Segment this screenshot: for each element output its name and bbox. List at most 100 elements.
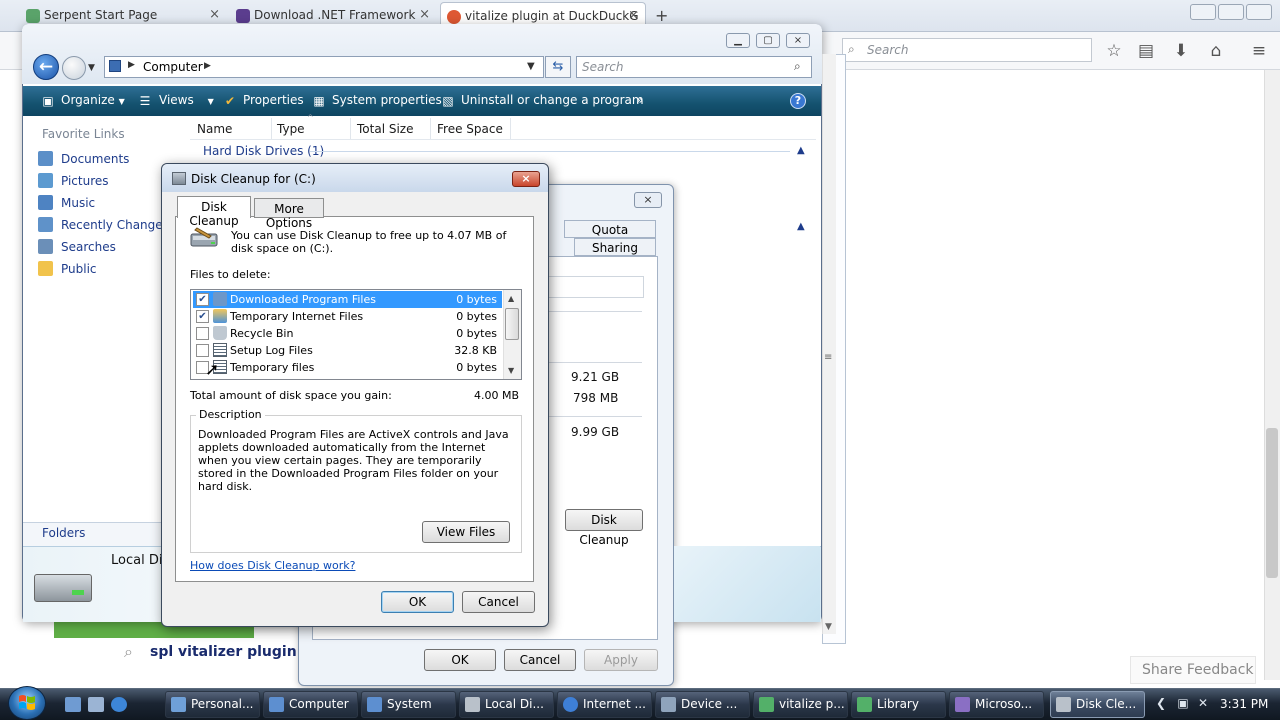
browser-scrollbar[interactable]	[1264, 70, 1280, 680]
apply-button[interactable]: Apply	[584, 649, 658, 671]
collapse-icon[interactable]: ▲	[797, 145, 805, 156]
browser-scroll-thumb[interactable]	[1266, 428, 1278, 578]
chevron-left-icon[interactable]: ❮	[1156, 696, 1166, 710]
taskbar-button-local-disk[interactable]: Local Di...	[459, 691, 554, 718]
chevron-down-icon[interactable]: ▼	[88, 63, 95, 73]
checkbox-checked[interactable]: ✔	[196, 293, 209, 306]
cancel-button[interactable]: Cancel	[504, 649, 576, 671]
chevron-down-icon[interactable]: ▼	[527, 61, 535, 72]
uninstall-program-button[interactable]: Uninstall or change a program	[461, 93, 644, 110]
maximize-button[interactable]	[1218, 4, 1244, 20]
column-divider[interactable]	[271, 118, 272, 139]
internet-explorer-icon[interactable]	[111, 697, 127, 712]
ok-button[interactable]: OK	[424, 649, 496, 671]
nav-link-public[interactable]: Public	[61, 262, 97, 276]
close-tab-icon[interactable]: ×	[209, 7, 220, 22]
more-commands-button[interactable]: »	[636, 93, 643, 110]
refresh-icon[interactable]: ⇆	[545, 56, 571, 78]
taskbar-button-microsoft[interactable]: Microso...	[949, 691, 1044, 718]
column-total-size[interactable]: Total Size	[357, 122, 413, 136]
chevron-right-icon[interactable]: ▶	[128, 60, 135, 70]
minimize-button[interactable]	[1190, 4, 1216, 20]
bookmark-star-icon[interactable]: ☆	[1103, 40, 1125, 62]
help-icon[interactable]: ?	[790, 93, 806, 109]
nav-link-searches[interactable]: Searches	[61, 240, 116, 254]
close-window-button[interactable]: ×	[786, 33, 810, 48]
taskbar-button-disk-cleanup[interactable]: Disk Cle...	[1050, 691, 1145, 718]
taskbar-button-personal[interactable]: Personal...	[165, 691, 260, 718]
cancel-button[interactable]: Cancel	[462, 591, 535, 613]
scroll-up-icon[interactable]: ▲	[508, 294, 514, 303]
list-scroll-thumb[interactable]	[505, 308, 519, 340]
switch-windows-icon[interactable]	[88, 697, 104, 712]
bookmarks-list-icon[interactable]: ▤	[1135, 40, 1157, 62]
group-header-hard-disk-drives[interactable]: Hard Disk Drives (1)	[203, 144, 324, 158]
maximize-button[interactable]: ▢	[756, 33, 780, 48]
scroll-down-icon[interactable]: ▼	[825, 622, 832, 632]
column-type[interactable]: Type	[277, 122, 305, 136]
list-item-downloaded-program-files[interactable]: ✔ Downloaded Program Files 0 bytes	[193, 291, 502, 308]
nav-link-pictures[interactable]: Pictures	[61, 174, 109, 188]
network-icon[interactable]: ▣	[1176, 696, 1190, 710]
view-files-button[interactable]: View Files	[422, 521, 510, 543]
volume-muted-icon[interactable]: ✕	[1196, 696, 1210, 710]
tab-disk-cleanup[interactable]: Disk Cleanup	[177, 196, 251, 228]
ok-button[interactable]: OK	[381, 591, 454, 613]
tab-quota[interactable]: Quota	[564, 220, 656, 238]
browser-search-input[interactable]: Search	[842, 38, 1092, 62]
minimize-button[interactable]: ▁	[726, 33, 750, 48]
nav-link-documents[interactable]: Documents	[61, 152, 129, 166]
list-item-temporary-internet-files[interactable]: ✔ Temporary Internet Files 0 bytes	[193, 308, 502, 325]
taskbar-button-internet[interactable]: Internet ...	[557, 691, 652, 718]
forward-button[interactable]	[62, 56, 86, 80]
scroll-grip-icon[interactable]: ≡	[824, 352, 832, 363]
checkbox-checked[interactable]: ✔	[196, 310, 209, 323]
taskbar-button-computer[interactable]: Computer	[263, 691, 358, 718]
list-item-temporary-files[interactable]: Temporary files 0 bytes	[193, 359, 502, 376]
menu-icon[interactable]: ≡	[1248, 40, 1270, 62]
search-icon[interactable]: ⌕	[794, 59, 801, 74]
checkbox-unchecked[interactable]	[196, 344, 209, 357]
close-window-button[interactable]: ×	[634, 192, 662, 208]
taskbar-button-vitalize[interactable]: vitalize p...	[753, 691, 848, 718]
collapse-icon[interactable]: ▲	[797, 221, 805, 232]
disk-cleanup-button[interactable]: Disk Cleanup	[565, 509, 643, 547]
organize-button[interactable]: Organize ▼	[61, 93, 125, 110]
address-bar[interactable]: Computer	[104, 56, 544, 78]
explorer-search-input[interactable]: Search	[576, 56, 812, 78]
share-feedback-button[interactable]: Share Feedback	[1130, 656, 1256, 684]
download-icon[interactable]: ⬇	[1170, 40, 1192, 62]
system-properties-button[interactable]: System properties	[332, 93, 442, 110]
show-desktop-icon[interactable]	[65, 697, 81, 712]
close-tab-icon[interactable]: ×	[419, 7, 430, 22]
taskbar-button-library[interactable]: Library	[851, 691, 946, 718]
drive-label-field[interactable]	[548, 276, 644, 298]
tab-sharing[interactable]: Sharing	[574, 238, 656, 256]
column-divider[interactable]	[350, 118, 351, 139]
properties-button[interactable]: Properties	[243, 93, 304, 110]
close-window-button[interactable]	[1246, 4, 1272, 20]
new-tab-button[interactable]: +	[655, 6, 668, 25]
column-divider[interactable]	[430, 118, 431, 139]
checkbox-unchecked[interactable]	[196, 327, 209, 340]
taskbar-button-device[interactable]: Device ...	[655, 691, 750, 718]
how-does-disk-cleanup-work-link[interactable]: How does Disk Cleanup work?	[190, 559, 355, 572]
taskbar-button-system[interactable]: System	[361, 691, 456, 718]
column-name[interactable]: Name	[197, 122, 232, 136]
clock[interactable]: 3:31 PM	[1220, 697, 1268, 711]
list-item-setup-log-files[interactable]: Setup Log Files 32.8 KB	[193, 342, 502, 359]
list-item-recycle-bin[interactable]: Recycle Bin 0 bytes	[193, 325, 502, 342]
close-tab-icon[interactable]: ×	[628, 8, 639, 23]
folders-toggle[interactable]: Folders	[42, 526, 85, 540]
chevron-right-icon[interactable]: ▶	[204, 61, 211, 71]
nav-link-music[interactable]: Music	[61, 196, 95, 210]
column-free-space[interactable]: Free Space	[437, 122, 503, 136]
scroll-down-icon[interactable]: ▼	[508, 366, 514, 375]
tab-more-options[interactable]: More Options	[254, 198, 324, 230]
close-dialog-button[interactable]: ×	[512, 171, 540, 187]
back-button[interactable]: ←	[33, 54, 59, 80]
explorer-scrollbar[interactable]	[822, 54, 836, 634]
home-icon[interactable]: ⌂	[1205, 40, 1227, 62]
column-divider[interactable]	[510, 118, 511, 139]
views-button[interactable]: Views ▼	[159, 93, 214, 110]
